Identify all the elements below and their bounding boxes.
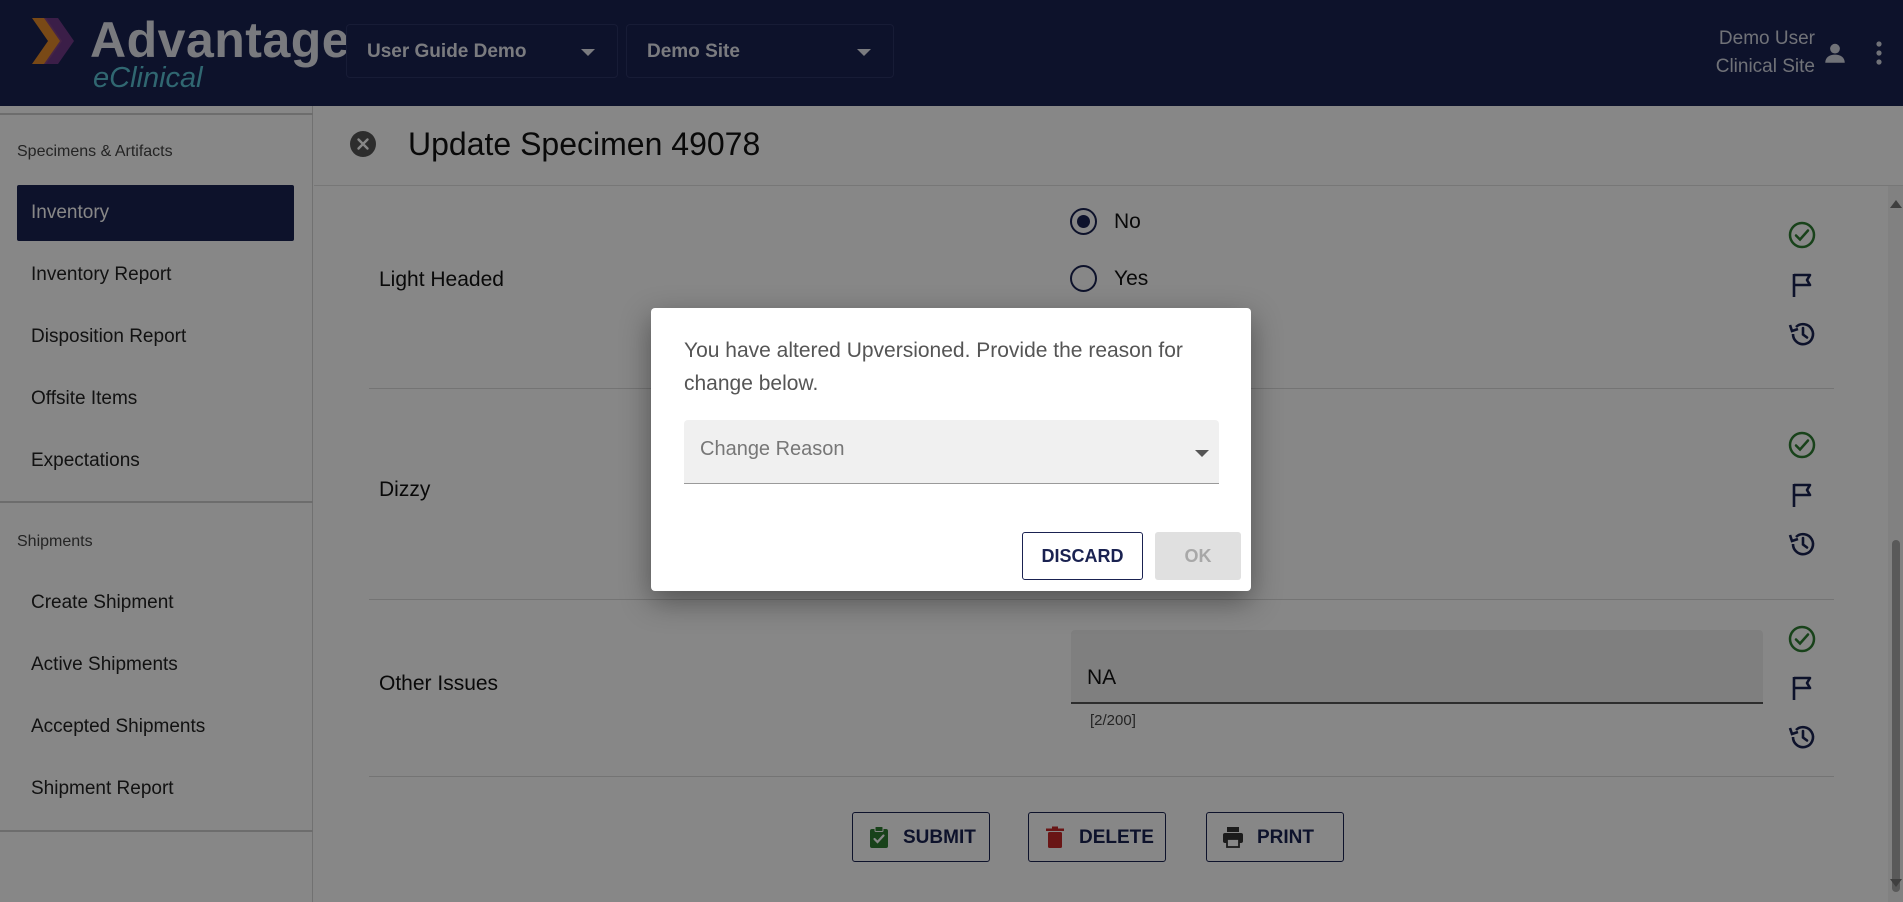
change-reason-select[interactable]: Change Reason bbox=[684, 420, 1219, 484]
chevron-down-icon bbox=[1195, 450, 1209, 457]
dialog-message: You have altered Upversioned. Provide th… bbox=[684, 339, 1183, 395]
change-reason-placeholder: Change Reason bbox=[700, 438, 845, 460]
ok-button[interactable]: OK bbox=[1155, 532, 1241, 580]
change-reason-dialog: You have altered Upversioned. Provide th… bbox=[651, 308, 1251, 591]
discard-button[interactable]: DISCARD bbox=[1022, 532, 1143, 580]
